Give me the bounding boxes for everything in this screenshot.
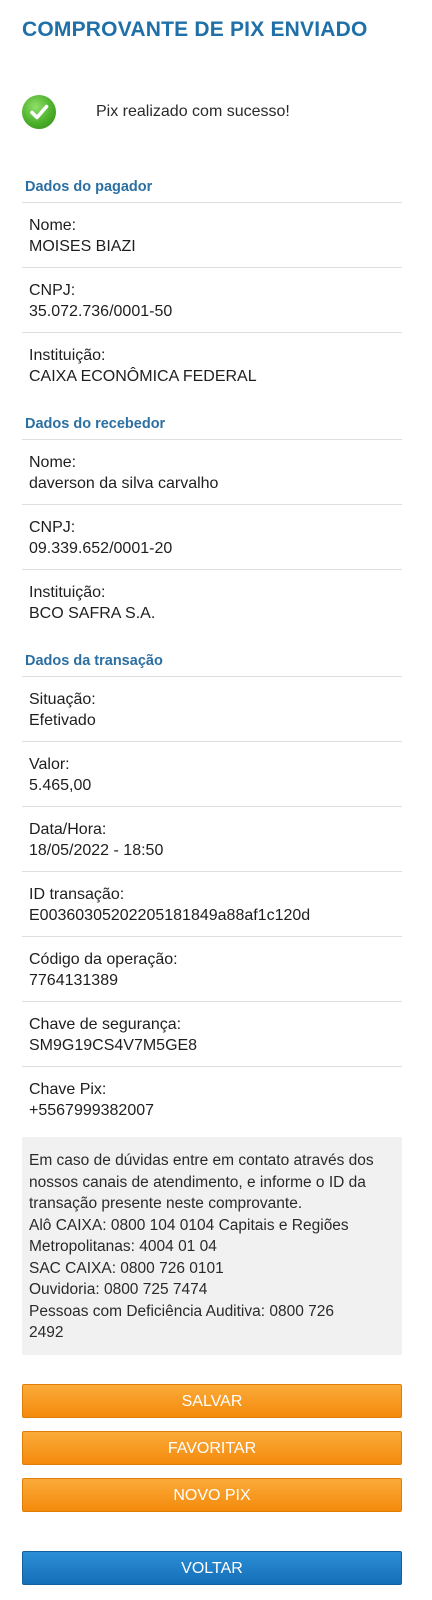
payer-name-field: Nome: MOISES BIAZI [22,203,402,268]
field-value: +5567999382007 [29,1102,155,1119]
operation-code-field: Código da operação: 7764131389 [22,937,402,1002]
info-line: nossos canais de atendimento, e informe … [29,1173,366,1191]
contact-info-box: Em caso de dúvidas entre em contato atra… [22,1137,402,1355]
field-value: Efetivado [29,712,96,729]
info-line: Alô CAIXA: 0800 104 0104 Capitais e Regi… [29,1216,349,1234]
success-row: Pix realizado com sucesso! [22,94,290,130]
field-label: Chave de segurança: [29,1016,182,1033]
field-label: Data/Hora: [29,821,107,838]
receiver-name-field: Nome: daverson da silva carvalho [22,440,402,505]
field-value: 35.072.736/0001-50 [29,303,173,320]
field-label: Instituição: [29,347,106,364]
transaction-id-field: ID transação: E00360305202205181849a88af… [22,872,402,937]
section-title-transaction: Dados da transação [22,648,402,677]
section-title-payer: Dados do pagador [22,174,402,203]
field-value: 18/05/2022 - 18:50 [29,842,164,859]
receiver-institution-field: Instituição: BCO SAFRA S.A. [22,570,402,635]
field-value: SM9G19CS4V7M5GE8 [29,1037,198,1054]
info-line: Em caso de dúvidas entre em contato atra… [29,1152,374,1169]
field-value: E00360305202205181849a88af1c120d [29,907,311,924]
receiver-section: Dados do recebedor Nome: daverson da sil… [22,411,402,635]
field-label: CNPJ: [29,282,76,299]
success-message: Pix realizado com sucesso! [96,103,290,120]
section-title-receiver: Dados do recebedor [22,411,402,440]
payer-institution-field: Instituição: CAIXA ECONÔMICA FEDERAL [22,333,402,398]
payer-cnpj-field: CNPJ: 35.072.736/0001-50 [22,268,402,333]
transaction-datetime-field: Data/Hora: 18/05/2022 - 18:50 [22,807,402,872]
field-value: CAIXA ECONÔMICA FEDERAL [29,368,257,385]
field-label: Chave Pix: [29,1081,107,1098]
field-value: daverson da silva carvalho [29,475,219,492]
field-label: CNPJ: [29,519,76,536]
field-value: 09.339.652/0001-20 [29,540,173,557]
field-label: ID transação: [29,886,125,903]
payer-section: Dados do pagador Nome: MOISES BIAZI CNPJ… [22,174,402,398]
info-line: Pessoas com Deficiência Auditiva: 0800 7… [29,1302,335,1320]
transaction-section: Dados da transação Situação: Efetivado V… [22,648,402,1132]
info-line: Ouvidoria: 0800 725 7474 [29,1281,208,1298]
field-value: BCO SAFRA S.A. [29,605,156,622]
field-value: 7764131389 [29,972,118,989]
field-label: Nome: [29,454,77,471]
new-pix-button[interactable]: NOVO PIX [22,1478,402,1512]
info-line: 2492 [29,1324,64,1341]
field-label: Nome: [29,217,77,234]
favorite-button[interactable]: FAVORITAR [22,1431,402,1465]
field-value: 5.465,00 [29,777,92,794]
save-button[interactable]: SALVAR [22,1384,402,1418]
security-key-field: Chave de segurança: SM9G19CS4V7M5GE8 [22,1002,402,1067]
info-line: SAC CAIXA: 0800 726 0101 [29,1259,224,1277]
field-label: Código da operação: [29,951,178,968]
field-label: Situação: [29,691,96,708]
check-circle-icon [22,95,56,129]
info-line: Metropolitanas: 4004 01 04 [29,1238,217,1255]
back-button[interactable]: VOLTAR [22,1551,402,1585]
field-label: Instituição: [29,584,106,601]
page-title: COMPROVANTE DE PIX ENVIADO [22,18,368,41]
pix-key-field: Chave Pix: +5567999382007 [22,1067,402,1132]
field-label: Valor: [29,756,70,773]
transaction-amount-field: Valor: 5.465,00 [22,742,402,807]
info-line: transação presente neste comprovante. [29,1195,303,1212]
transaction-status-field: Situação: Efetivado [22,677,402,742]
field-value: MOISES BIAZI [29,238,136,255]
receiver-cnpj-field: CNPJ: 09.339.652/0001-20 [22,505,402,570]
